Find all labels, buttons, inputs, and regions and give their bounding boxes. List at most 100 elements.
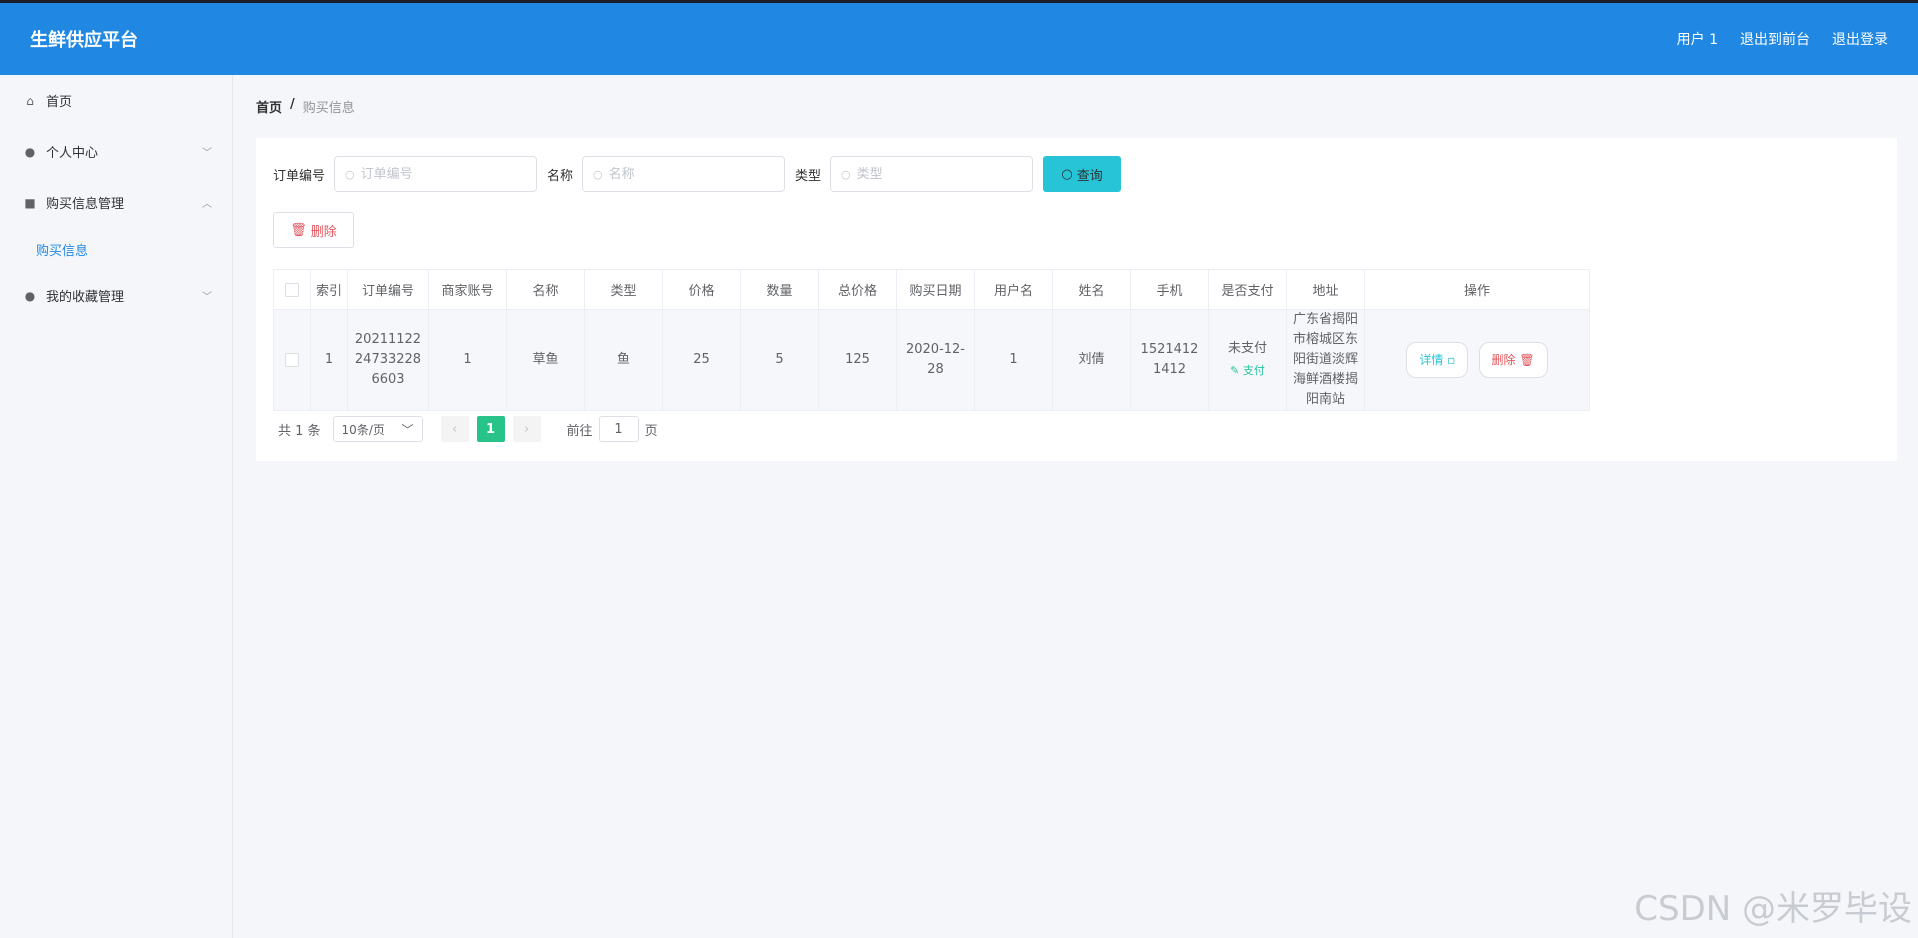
sidebar-item-personal-center[interactable]: ● 个人中心 ﹀: [0, 126, 232, 177]
breadcrumb-separator: /: [290, 97, 295, 112]
name-field: ○: [582, 156, 786, 192]
cell-type: 鱼: [584, 309, 663, 411]
column-header[interactable]: 姓名: [1052, 269, 1131, 310]
query-button-label: 查询: [1076, 168, 1103, 184]
page-jump-label: 前往: [566, 423, 593, 439]
row-delete-button[interactable]: 删除 🗑: [1478, 342, 1548, 378]
type-field: ○: [830, 156, 1034, 192]
chevron-down-icon: ﹀: [401, 422, 414, 437]
cell-price: 25: [662, 309, 741, 411]
content-card: 订单编号 ○ 名称 ○ 类型 ○ ○ 查询 🗑 删除: [256, 138, 1897, 461]
detail-button-label: 详情: [1419, 353, 1444, 367]
document-icon: ▫: [1447, 353, 1456, 367]
page-jump-suffix: 页: [644, 423, 658, 439]
table-header-row: 索引 订单编号 商家账号 名称 类型 价格 数量 总价格 购买日期 用户名 姓名…: [273, 269, 1590, 310]
search-icon: ○: [593, 167, 603, 181]
briefcase-icon: ■: [24, 195, 36, 210]
cell-merchant: 1: [428, 309, 507, 411]
column-header[interactable]: 用户名: [974, 269, 1053, 310]
cell-realname: 刘倩: [1052, 309, 1131, 411]
search-icon: ○: [841, 167, 851, 181]
logout-link[interactable]: 退出登录: [1832, 29, 1888, 49]
sidebar-item-purchase-mgmt[interactable]: ■ 购买信息管理 ︿: [0, 177, 232, 228]
column-header[interactable]: 商家账号: [428, 269, 507, 310]
detail-button[interactable]: 详情 ▫: [1406, 342, 1469, 378]
breadcrumb-home[interactable]: 首页: [256, 97, 282, 116]
column-header[interactable]: 订单编号: [347, 269, 429, 310]
sidebar: ⌂ 首页 ● 个人中心 ﹀ ■ 购买信息管理 ︿ 购买信息 ● 我的收藏管理 ﹀: [0, 75, 233, 938]
sidebar-item-label: 首页: [46, 95, 73, 110]
cell-total: 125: [818, 309, 897, 411]
page-size-value: 10条/页: [341, 422, 385, 437]
table-row: 1 20211122247332286603 1 草鱼 鱼 25 5 125 2…: [273, 309, 1590, 411]
chevron-right-icon: ›: [523, 421, 530, 437]
column-header[interactable]: 数量: [740, 269, 819, 310]
trash-icon: 🗑: [290, 222, 307, 238]
sidebar-item-purchase-info[interactable]: 购买信息: [0, 228, 232, 270]
user-icon: ●: [24, 288, 36, 303]
column-header[interactable]: 索引: [310, 269, 348, 310]
sidebar-item-label: 个人中心: [46, 146, 99, 161]
purchase-table: 索引 订单编号 商家账号 名称 类型 价格 数量 总价格 购买日期 用户名 姓名…: [273, 269, 1590, 411]
breadcrumb: 首页 / 购买信息: [256, 97, 355, 116]
chevron-down-icon: ﹀: [202, 292, 212, 303]
select-all-checkbox[interactable]: [285, 282, 299, 297]
order-no-input[interactable]: [360, 166, 521, 182]
cell-username: 1: [974, 309, 1053, 411]
paid-status: 未支付: [1227, 341, 1267, 356]
cell-phone: 15214121412: [1130, 309, 1209, 411]
order-no-label: 订单编号: [273, 168, 326, 184]
back-to-front-link[interactable]: 退出到前台: [1740, 29, 1810, 49]
top-bar: 生鲜供应平台 用户 1 退出到前台 退出登录: [0, 0, 1918, 75]
user-link[interactable]: 用户 1: [1677, 29, 1718, 49]
column-header[interactable]: 地址: [1286, 269, 1365, 310]
chevron-up-icon: ︿: [202, 199, 212, 210]
name-label: 名称: [547, 168, 574, 184]
sidebar-item-label: 我的收藏管理: [46, 290, 125, 305]
sidebar-item-label: 购买信息: [36, 243, 89, 259]
page-size-select[interactable]: 10条/页 ﹀: [332, 416, 423, 442]
pay-link-label: 支付: [1242, 364, 1265, 377]
batch-delete-label: 删除: [310, 224, 337, 240]
column-header[interactable]: 名称: [506, 269, 585, 310]
search-bar: 订单编号 ○ 名称 ○ 类型 ○ ○ 查询: [273, 156, 1122, 192]
cell-paid: 未支付 ✎ 支付: [1208, 309, 1287, 411]
sidebar-item-home[interactable]: ⌂ 首页: [0, 75, 232, 126]
chevron-left-icon: ‹: [451, 421, 458, 437]
trash-icon: 🗑: [1519, 353, 1535, 367]
home-icon: ⌂: [26, 93, 34, 108]
column-header[interactable]: 类型: [584, 269, 663, 310]
page-jump-input[interactable]: [598, 416, 639, 442]
batch-delete-button[interactable]: 🗑 删除: [273, 212, 354, 248]
page-jump: 前往 页: [567, 416, 658, 442]
chevron-down-icon: ﹀: [202, 148, 212, 159]
type-input[interactable]: [856, 166, 1017, 182]
user-icon: ●: [24, 144, 36, 159]
next-page-button[interactable]: ›: [512, 416, 541, 442]
search-icon: ○: [345, 167, 355, 181]
name-input[interactable]: [608, 166, 769, 182]
column-header[interactable]: 总价格: [818, 269, 897, 310]
cell-address: 广东省揭阳市榕城区东阳街道淡辉海鲜酒楼揭阳南站: [1286, 309, 1365, 411]
pay-link[interactable]: ✎ 支付: [1215, 361, 1280, 381]
column-header: 操作: [1364, 269, 1590, 310]
sidebar-item-favorites-mgmt[interactable]: ● 我的收藏管理 ﹀: [0, 270, 232, 321]
cell-name: 草鱼: [506, 309, 585, 411]
top-links: 用户 1 退出到前台 退出登录: [1677, 29, 1888, 49]
prev-page-button[interactable]: ‹: [440, 416, 469, 442]
column-header[interactable]: 手机: [1130, 269, 1209, 310]
column-header[interactable]: 价格: [662, 269, 741, 310]
type-label: 类型: [795, 168, 822, 184]
breadcrumb-current: 购买信息: [302, 101, 355, 116]
column-header[interactable]: 是否支付: [1208, 269, 1287, 310]
row-select-cell: [273, 309, 311, 411]
search-icon: ○: [1061, 166, 1073, 182]
page-number-current[interactable]: 1: [476, 416, 505, 442]
column-header[interactable]: 购买日期: [896, 269, 975, 310]
query-button[interactable]: ○ 查询: [1043, 156, 1122, 192]
order-no-field: ○: [334, 156, 538, 192]
cell-date: 2020-12-28: [896, 309, 975, 411]
cell-qty: 5: [740, 309, 819, 411]
row-checkbox[interactable]: [285, 352, 299, 367]
row-delete-label: 删除: [1491, 353, 1516, 367]
